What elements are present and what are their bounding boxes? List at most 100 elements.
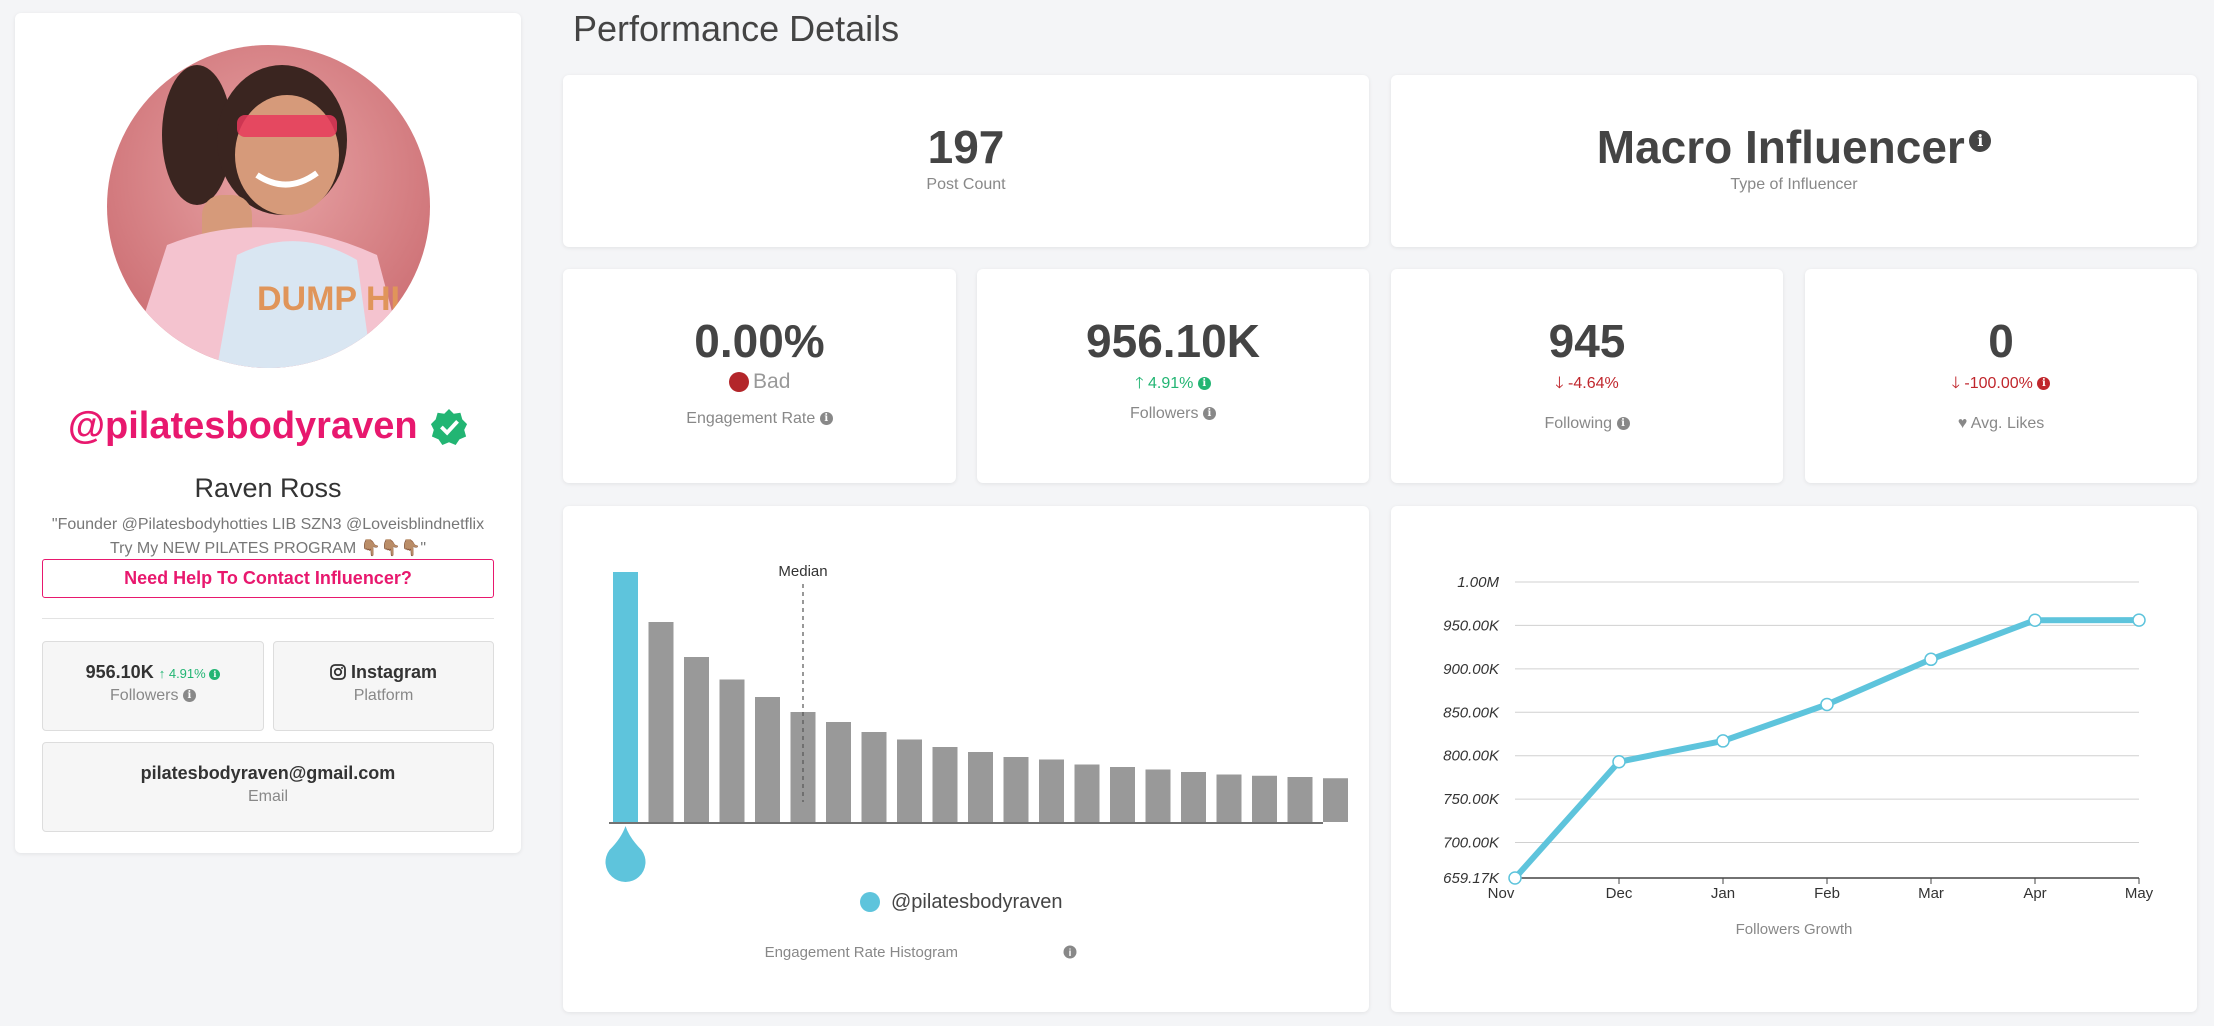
histogram-bar (613, 572, 638, 822)
avg-likes-card: 0 🡓 -100.00% i ♥ Avg. Likes (1805, 269, 2197, 483)
avg-likes-value: 0 (1988, 315, 2014, 367)
followers-info-box: 956.10K ↑ 4.91% i Followers i (42, 641, 264, 731)
avg-likes-label: Avg. Likes (1970, 415, 2045, 432)
info-icon[interactable]: i (819, 412, 833, 426)
status-dot (728, 372, 749, 392)
histogram-bar (1074, 764, 1100, 822)
position-marker-icon (605, 826, 646, 882)
page-title: Performance Details (573, 8, 900, 49)
x-tick-label: Mar (1918, 885, 1944, 902)
arrow-up-icon: 🡑 (1135, 375, 1144, 392)
chart-caption: Followers Growth (1736, 921, 1853, 938)
y-tick-label: 750.00K (1443, 791, 1500, 808)
following-card: 945 🡓 -4.64% Following i (1391, 269, 1783, 483)
followers-label: Followers (110, 687, 179, 704)
influencer-handle[interactable]: @pilatesbodyraven (68, 405, 418, 447)
divider (42, 618, 494, 619)
y-tick-label: 850.00K (1443, 704, 1500, 721)
contact-influencer-button[interactable]: Need Help To Contact Influencer? (42, 559, 494, 598)
following-change: 🡓 -4.64% (1555, 375, 1619, 392)
data-point (1820, 697, 1834, 712)
y-tick-label: 950.00K (1443, 617, 1500, 634)
engagement-card: 0.00% Bad Engagement Rate i (563, 269, 956, 483)
histogram-bar (861, 732, 887, 822)
followers-growth: ↑ 4.91% i (159, 666, 221, 681)
platform-label: Platform (353, 687, 414, 704)
histogram-bar (1110, 767, 1135, 822)
histogram-bar (1181, 772, 1206, 822)
histogram-bar (1003, 757, 1029, 822)
histogram-bar (648, 622, 674, 822)
y-tick-label: 1.00M (1457, 574, 1499, 591)
histogram-bar (1323, 778, 1348, 822)
legend-label: @pilatesbodyraven (891, 891, 1063, 913)
histogram-bar (897, 739, 922, 822)
legend-dot (860, 892, 880, 912)
instagram-icon (330, 664, 346, 680)
info-icon[interactable]: i (209, 669, 221, 681)
data-point (1508, 871, 1522, 885)
influencer-type-label: Type of Influencer (1730, 176, 1858, 193)
data-point (2132, 613, 2146, 627)
histogram-bar (932, 747, 958, 822)
engagement-histogram-chart: Median @pilatesbodyraven Engagement Rate H… (605, 563, 1348, 961)
y-tick-label: 700.00K (1443, 835, 1500, 852)
verified-badge-icon (430, 408, 468, 445)
histogram-bar (968, 752, 993, 822)
histogram-bar (1145, 769, 1171, 822)
followers-card: 956.10K 🡑 4.91% i Followers i (977, 269, 1369, 483)
y-tick-label: 800.00K (1443, 748, 1500, 765)
influencer-name: Raven Ross (194, 473, 342, 503)
info-icon[interactable]: i (182, 689, 196, 703)
svg-text:i: i (1069, 948, 1072, 959)
median-label: Median (778, 563, 827, 580)
y-tick-label: 900.00K (1443, 661, 1500, 678)
histogram-bar (755, 697, 780, 822)
heart-icon: ♥ (1957, 415, 1968, 432)
histogram-bar (1216, 774, 1242, 822)
info-icon[interactable]: i (1616, 417, 1630, 431)
followers-label: Followers (1130, 405, 1199, 422)
platform-info-box: Instagram Platform (273, 641, 494, 731)
x-tick-label: Jan (1711, 885, 1735, 902)
histogram-bar (1287, 777, 1313, 822)
arrow-down-icon: 🡓 (1555, 375, 1564, 392)
x-tick-label: Feb (1814, 885, 1840, 902)
profile-card: DUMP HI @pilatesbodyraven Raven Ross "Fo… (15, 13, 521, 853)
post-count-card: 197 Post Count (563, 75, 1369, 247)
histogram-bar (684, 657, 709, 822)
avatar: DUMP HI (107, 45, 430, 368)
data-point (1716, 734, 1730, 748)
followers-value: 956.10K (85, 662, 154, 682)
arrow-up-icon: ↑ (158, 666, 166, 681)
email-info-box: pilatesbodyraven@gmail.com Email (42, 742, 494, 832)
histogram-bar (826, 722, 851, 822)
engagement-rating: Bad (563, 370, 956, 394)
info-icon[interactable]: i (1202, 407, 1216, 421)
histogram-bar (719, 679, 745, 822)
x-tick-label: Nov (1488, 885, 1515, 902)
avg-likes-change: 🡓 -100.00% i (1805, 372, 2197, 399)
info-icon: i (1063, 945, 1077, 959)
histogram-bar (1039, 759, 1064, 822)
followers-line (1512, 617, 2140, 881)
info-icon[interactable]: i (1969, 130, 1992, 152)
followers-growth-card: 659.17K 700.00K 750.00K 800.00K 850.00K 900.0… (1391, 506, 2197, 1012)
email-label: Email (247, 788, 288, 805)
email-value[interactable]: pilatesbodyraven@gmail.com (43, 763, 493, 784)
info-icon[interactable]: i (2037, 377, 2051, 391)
info-icon[interactable]: i (1197, 377, 1211, 391)
followers-value: 956.10K (1086, 315, 1260, 367)
data-point (1924, 652, 1938, 667)
engagement-value: 0.00% (694, 315, 825, 367)
following-value: 945 (1548, 315, 1626, 367)
histogram-caption: Engagement Rate Histogram (765, 944, 958, 961)
bio: "Founder @Pilatesbodyhotties LIB SZN3 @L… (45, 513, 491, 561)
bio-line-1: "Founder @Pilatesbodyhotties LIB SZN3 @L… (51, 516, 485, 533)
following-label: Following (1544, 415, 1613, 432)
svg-text:DUMP HI: DUMP HI (257, 280, 400, 318)
engagement-histogram-card: Median @pilatesbodyraven Engagement Rate H… (563, 506, 1369, 1012)
post-count-value: 197 (927, 121, 1005, 173)
x-tick-label: Apr (2023, 885, 2046, 902)
influencer-type-value: Macro Influencer (1596, 121, 1965, 173)
